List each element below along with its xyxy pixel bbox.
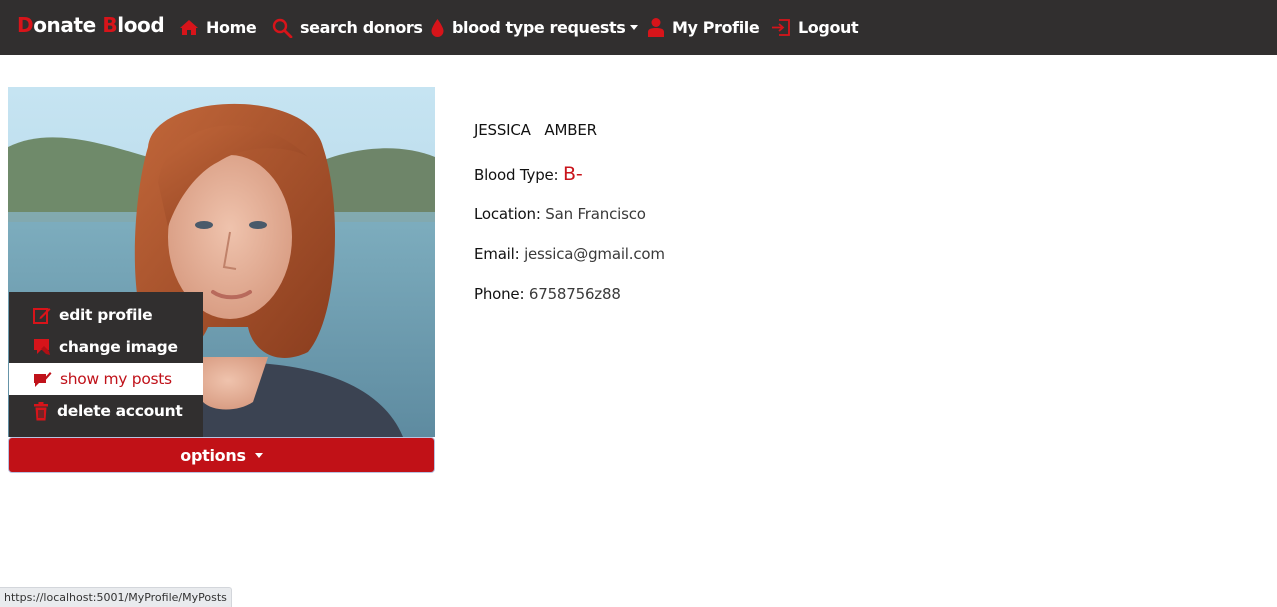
brand-logo[interactable]: Donate Blood: [17, 13, 165, 37]
nav-search-donors-label: search donors: [300, 18, 423, 37]
email-value: jessica@gmail.com: [524, 245, 665, 263]
nav-home-label: Home: [206, 18, 257, 37]
home-icon: [180, 20, 198, 35]
user-icon: [648, 18, 664, 37]
edit-icon: [33, 308, 51, 324]
nav-blood-type-requests[interactable]: blood type requests: [430, 0, 639, 55]
menu-item-edit-profile[interactable]: edit profile: [9, 299, 203, 331]
profile-last-name: AMBER: [544, 121, 597, 139]
search-icon: [272, 18, 293, 38]
email-label: Email:: [474, 245, 520, 263]
menu-item-edit-profile-label: edit profile: [59, 306, 153, 324]
menu-item-change-image[interactable]: change image: [9, 331, 203, 363]
nav-my-profile[interactable]: My Profile: [647, 0, 760, 55]
menu-item-delete-account[interactable]: delete account: [9, 395, 203, 427]
chevron-down-icon: [254, 452, 263, 458]
nav-home[interactable]: Home: [179, 0, 257, 55]
blood-drop-icon: [431, 18, 444, 37]
options-button[interactable]: options: [8, 437, 435, 473]
nav-my-profile-label: My Profile: [672, 18, 760, 37]
menu-item-change-image-label: change image: [59, 338, 178, 356]
profile-name: JESSICA AMBER: [474, 121, 597, 139]
location-value: San Francisco: [545, 205, 646, 223]
image-icon: [34, 339, 50, 355]
top-navbar: Donate Blood Home search donors blood ty…: [0, 0, 1277, 55]
trash-icon: [34, 401, 48, 420]
phone-label: Phone:: [474, 285, 525, 303]
nav-logout[interactable]: Logout: [771, 0, 859, 55]
logout-icon: [772, 19, 790, 36]
blood-type-label: Blood Type:: [474, 166, 559, 184]
options-button-label: options: [180, 445, 246, 465]
nav-blood-type-requests-label: blood type requests: [452, 18, 626, 37]
posts-icon: [34, 372, 52, 387]
browser-status-bar: https://localhost:5001/MyProfile/MyPosts: [0, 587, 232, 607]
nav-logout-label: Logout: [798, 18, 859, 37]
location-row: Location: San Francisco: [474, 205, 646, 223]
chevron-down-icon: [630, 25, 639, 30]
blood-type-row: Blood Type: B-: [474, 163, 583, 185]
location-label: Location:: [474, 205, 541, 223]
blood-type-value: B-: [563, 163, 583, 185]
menu-item-delete-account-label: delete account: [57, 402, 183, 420]
options-dropdown-menu: edit profile change image show my posts …: [9, 292, 203, 437]
menu-item-show-my-posts[interactable]: show my posts: [9, 363, 203, 395]
status-url: https://localhost:5001/MyProfile/MyPosts: [4, 591, 227, 604]
phone-row: Phone: 6758756z88: [474, 285, 621, 303]
email-row: Email: jessica@gmail.com: [474, 245, 665, 263]
profile-first-name: JESSICA: [474, 121, 531, 139]
phone-value: 6758756z88: [528, 285, 621, 303]
nav-search-donors[interactable]: search donors: [272, 0, 423, 55]
menu-item-show-my-posts-label: show my posts: [60, 370, 172, 388]
